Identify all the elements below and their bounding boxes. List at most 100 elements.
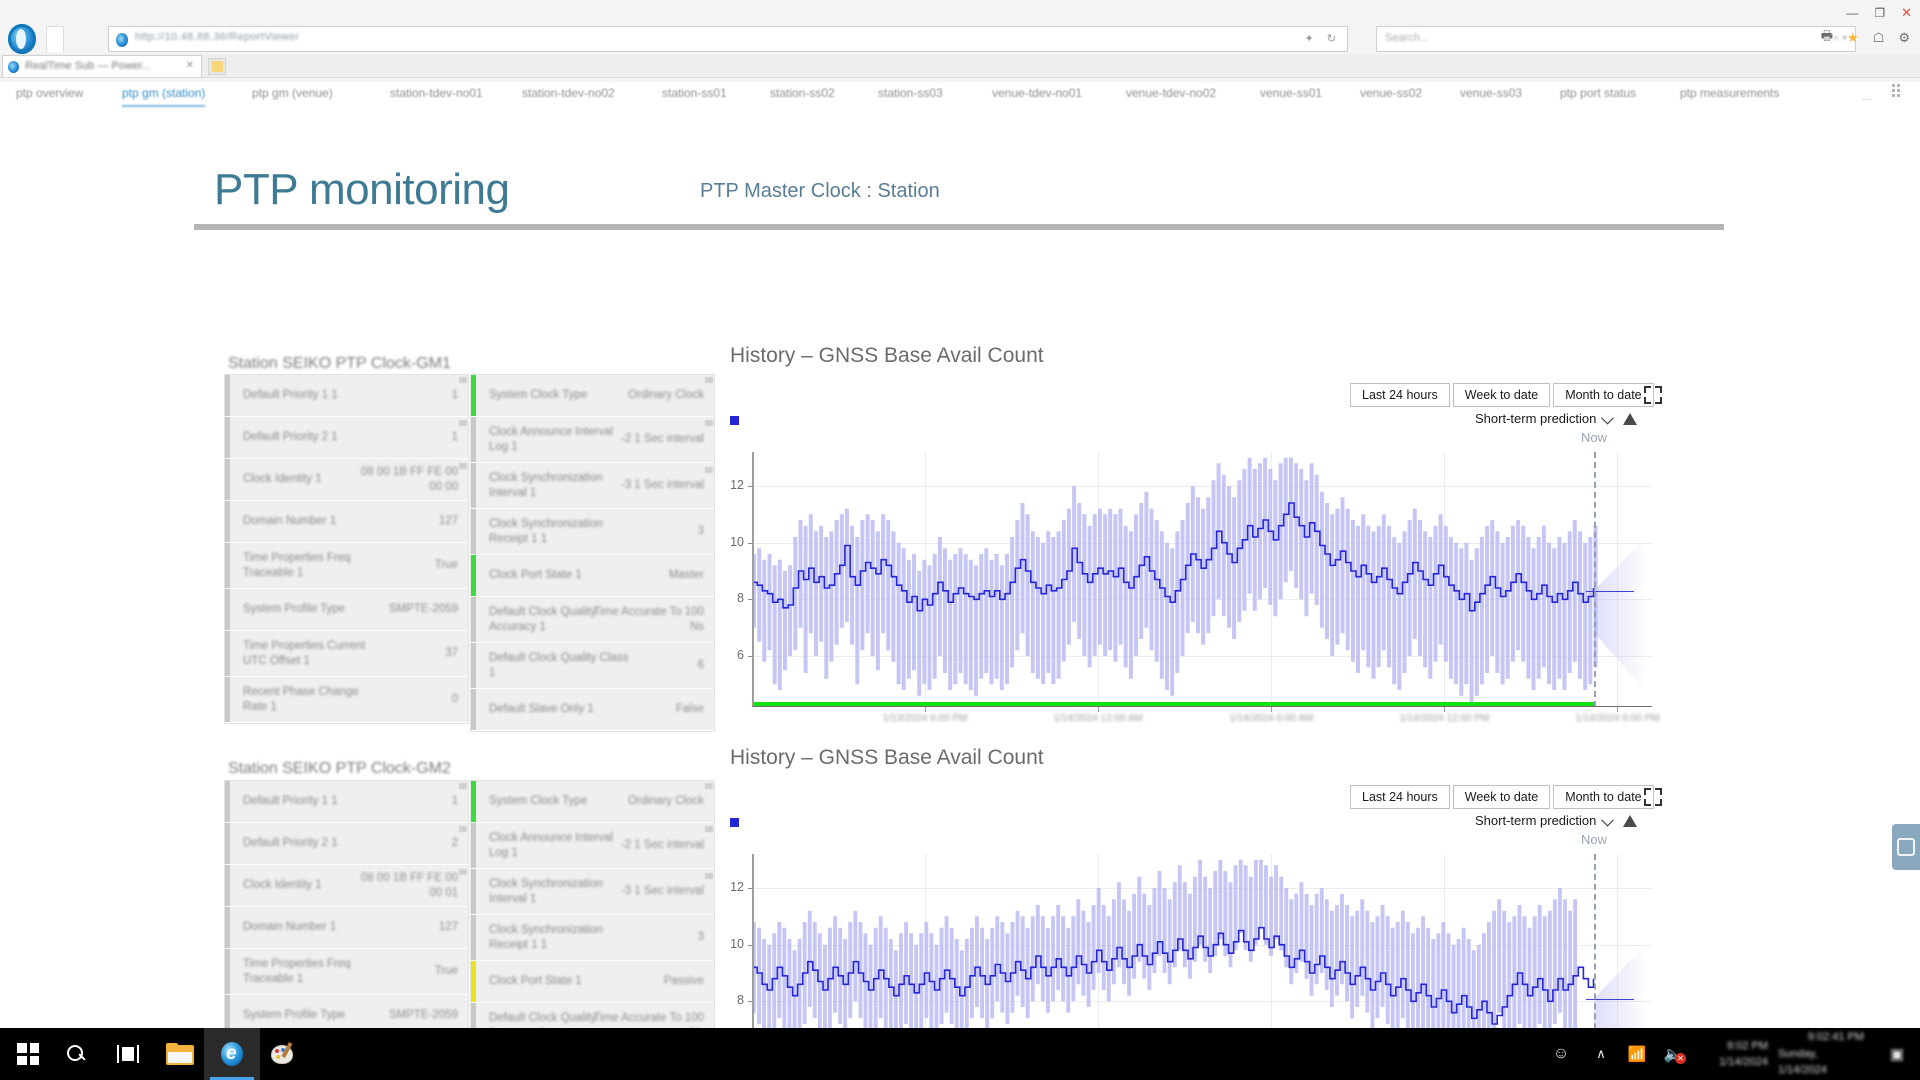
report-tab-ptp-gm-station-[interactable]: ptp gm (station) xyxy=(120,86,207,106)
range-button-week-to-date[interactable]: Week to date xyxy=(1452,383,1551,407)
people-icon[interactable]: ☺ xyxy=(1540,1028,1582,1080)
report-tab-ptp-gm-venue-[interactable]: ptp gm (venue) xyxy=(250,86,335,106)
row-status-bar xyxy=(471,869,476,914)
report-tab-station-ss03[interactable]: station-ss03 xyxy=(876,86,945,106)
range-button-last-24-hours[interactable]: Last 24 hours xyxy=(1350,785,1450,809)
property-row: Clock Announce Interval Log 1 -2 1 Sec in… xyxy=(471,823,714,869)
title-divider xyxy=(194,224,1724,230)
row-status-bar xyxy=(225,459,230,500)
row-scroll-nub[interactable] xyxy=(705,467,713,473)
chart-legend-swatch xyxy=(730,416,739,425)
task-view-button[interactable] xyxy=(100,1028,156,1080)
range-button-week-to-date[interactable]: Week to date xyxy=(1452,785,1551,809)
short-term-prediction-control[interactable]: Short-term prediction xyxy=(1475,411,1638,426)
clock[interactable]: 9:02 PM 1/14/2024 xyxy=(1692,1028,1778,1080)
row-scroll-nub[interactable] xyxy=(459,377,467,383)
notification-center-icon[interactable]: ▣ xyxy=(1874,1028,1920,1080)
property-label: Clock Identity 1 xyxy=(243,473,322,486)
system-tray: ☺ ∧ 📶 🔈 ✕ 9:02 PM 1/14/2024 9:02:41 PM Su… xyxy=(1540,1028,1920,1080)
property-row: Default Slave Only 1 False xyxy=(471,689,714,731)
report-tab-station-tdev-no01[interactable]: station-tdev-no01 xyxy=(388,86,485,106)
feedback-button[interactable] xyxy=(1892,824,1920,870)
range-button-last-24-hours[interactable]: Last 24 hours xyxy=(1350,383,1450,407)
favorites-icon[interactable]: ★ xyxy=(1847,30,1859,46)
expand-icon[interactable] xyxy=(1644,788,1662,806)
report-tab-station-tdev-no02[interactable]: station-tdev-no02 xyxy=(520,86,617,106)
report-tab-station-ss02[interactable]: station-ss02 xyxy=(768,86,837,106)
row-scroll-nub[interactable] xyxy=(705,420,713,426)
new-tab-button[interactable] xyxy=(208,58,226,75)
row-scroll-nub[interactable] xyxy=(459,420,467,426)
row-scroll-nub[interactable] xyxy=(705,377,713,383)
row-scroll-nub[interactable] xyxy=(705,826,713,832)
report-tabs-grip-icon[interactable] xyxy=(1892,84,1906,98)
property-label: Time Properties Current UTC Offset 1 xyxy=(243,640,366,667)
property-label: Time Properties Freq Traceable 1 xyxy=(243,958,351,985)
x-axis xyxy=(752,706,1652,707)
chevron-down-icon[interactable] xyxy=(1603,415,1616,423)
warning-triangle-icon[interactable] xyxy=(1623,814,1638,827)
report-tab-venue-ss02[interactable]: venue-ss02 xyxy=(1358,86,1424,106)
row-scroll-nub[interactable] xyxy=(705,783,713,789)
row-scroll-nub[interactable] xyxy=(459,869,467,875)
maximize-button[interactable]: ❐ xyxy=(1874,6,1885,20)
row-status-bar xyxy=(225,677,230,722)
report-tab-ptp-port-status[interactable]: ptp port status xyxy=(1558,86,1638,106)
property-label: Recent Phase Change Rate 1 xyxy=(243,686,359,713)
volume-icon[interactable]: 🔈 ✕ xyxy=(1654,1028,1692,1080)
row-scroll-nub[interactable] xyxy=(705,873,713,879)
clock-secondary[interactable]: 9:02:41 PM Sunday, 1/14/2024 xyxy=(1778,1028,1874,1080)
report-tabs-overflow[interactable]: ... xyxy=(1862,89,1872,103)
report-tab-ptp-measurements[interactable]: ptp measurements xyxy=(1678,86,1781,106)
range-button-month-to-date[interactable]: Month to date xyxy=(1553,383,1654,407)
report-tab-venue-tdev-no01[interactable]: venue-tdev-no01 xyxy=(990,86,1084,106)
row-scroll-nub[interactable] xyxy=(459,826,467,832)
property-label: System Profile Type xyxy=(243,1009,346,1022)
gear-icon[interactable]: ⚙ xyxy=(1898,30,1910,46)
search-input[interactable]: Search... ⌕ ▾ xyxy=(1376,26,1856,52)
property-row: System Clock Type Ordinary Clock xyxy=(471,375,714,417)
expand-icon[interactable] xyxy=(1644,386,1662,404)
row-scroll-nub[interactable] xyxy=(459,783,467,789)
property-value: -3 1 Sec interval xyxy=(620,885,704,898)
report-tab-venue-tdev-no02[interactable]: venue-tdev-no02 xyxy=(1124,86,1218,106)
home-icon[interactable]: ☖ xyxy=(1873,30,1885,46)
property-value: 2 xyxy=(451,837,458,850)
chevron-down-icon[interactable] xyxy=(1603,817,1616,825)
warning-triangle-icon[interactable] xyxy=(1623,412,1638,425)
file-explorer-button[interactable] xyxy=(152,1028,208,1080)
short-term-prediction-control[interactable]: Short-term prediction xyxy=(1475,813,1638,828)
range-button-month-to-date[interactable]: Month to date xyxy=(1553,785,1654,809)
print-icon[interactable]: 🖶 xyxy=(1821,27,1833,49)
row-status-bar xyxy=(225,865,230,906)
chart-plot-area[interactable]: 6 8 10 12 1/13/2024 6:00 PM 1/14/2024 12:00 A… xyxy=(730,452,1660,724)
address-bar[interactable]: http://10.48.88.36/ReportViewer ✦ ↻ xyxy=(108,26,1348,52)
wifi-icon[interactable]: 📶 xyxy=(1620,1028,1654,1080)
show-hidden-icons-icon[interactable]: ∧ xyxy=(1582,1028,1620,1080)
property-value: 127 xyxy=(438,921,458,934)
tab-close-icon[interactable]: ✕ xyxy=(186,60,194,71)
report-tab-venue-ss03[interactable]: venue-ss03 xyxy=(1458,86,1524,106)
property-value: Passive xyxy=(663,975,704,988)
row-scroll-nub[interactable] xyxy=(459,463,467,469)
chart-title: History – GNSS Base Avail Count xyxy=(730,746,1044,769)
property-row: Clock Announce Interval Log 1 -2 1 Sec in… xyxy=(471,417,714,463)
paint-button[interactable] xyxy=(256,1028,312,1080)
report-tab-station-ss01[interactable]: station-ss01 xyxy=(660,86,729,106)
report-tab-venue-ss01[interactable]: venue-ss01 xyxy=(1258,86,1324,106)
address-bar-icons[interactable]: ✦ ↻ xyxy=(1305,32,1342,45)
close-button[interactable]: ✕ xyxy=(1901,5,1912,21)
browser-tab[interactable]: RealTime Sub — Power... ✕ xyxy=(2,55,202,77)
property-value: True xyxy=(434,965,458,978)
report-tab-ptp-overview[interactable]: ptp overview xyxy=(14,86,85,106)
short-term-prediction-label: Short-term prediction xyxy=(1475,813,1597,828)
short-term-prediction-label: Short-term prediction xyxy=(1475,411,1597,426)
search-button[interactable] xyxy=(48,1028,104,1080)
row-status-bar xyxy=(471,597,476,642)
tab-stub[interactable] xyxy=(46,26,64,52)
page-subtitle: PTP Master Clock : Station xyxy=(700,180,940,202)
minimize-button[interactable]: — xyxy=(1846,6,1858,20)
windows-taskbar: e ☺ ∧ 📶 🔈 ✕ 9:02 PM 1/14/2024 9:02:41 PM … xyxy=(0,1028,1920,1080)
internet-explorer-button[interactable]: e xyxy=(204,1028,260,1080)
row-status-bar xyxy=(225,823,230,864)
